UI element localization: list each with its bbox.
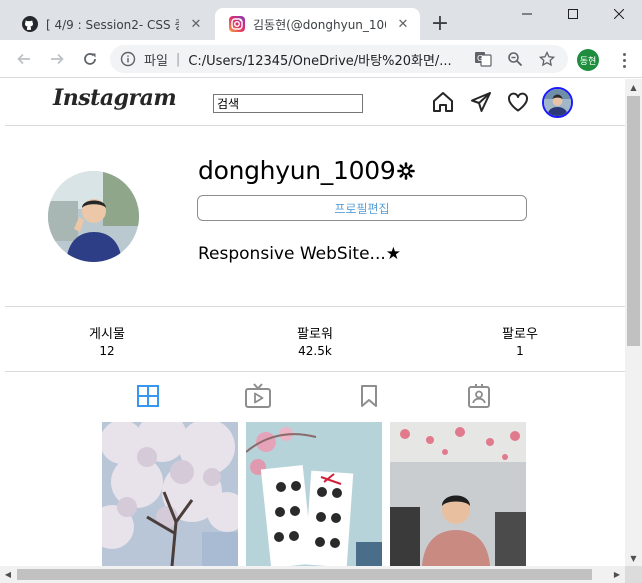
close-window-icon[interactable] <box>596 0 642 28</box>
tab-title: 김동현(@donghyun_1009 <box>253 17 386 32</box>
post-cafe-selfie[interactable] <box>390 422 526 566</box>
stat-label: 게시물 <box>89 327 125 342</box>
username: donghyun_1009 <box>198 156 396 185</box>
tv-icon[interactable] <box>244 382 272 410</box>
vertical-scroll-thumb[interactable] <box>627 96 640 346</box>
scroll-down-icon[interactable]: ▼ <box>625 550 642 566</box>
zoom-icon[interactable] <box>504 49 526 69</box>
info-icon[interactable] <box>120 51 136 67</box>
stat-value: 1 <box>516 344 524 358</box>
profile-tabs <box>5 372 625 422</box>
stat-followers[interactable]: 팔로워 42.5k <box>255 323 375 358</box>
url-text: C:/Users/12345/OneDrive/바탕%20화면/... <box>188 53 452 69</box>
vertical-scrollbar[interactable]: ▲ ▼ <box>625 79 642 566</box>
stat-label: 팔로우 <box>502 327 538 342</box>
stat-label: 팔로워 <box>297 327 333 342</box>
edit-profile-button[interactable]: 프로필편집 <box>197 195 527 221</box>
settings-icon[interactable] <box>397 161 416 180</box>
profile-section: donghyun_1009 프로필편집 Responsive WebSite..… <box>5 126 625 307</box>
forward-icon[interactable] <box>45 47 69 71</box>
tab-github[interactable]: [ 4/9 : Session2- CSS 중급 ✕ <box>8 8 213 40</box>
browser-toolbar: 파일 | C:/Users/12345/OneDrive/바탕%20화면/...… <box>0 40 642 78</box>
heart-icon[interactable] <box>505 89 531 115</box>
search-input[interactable] <box>213 94 363 113</box>
maximize-icon[interactable] <box>550 0 596 28</box>
grid-icon[interactable] <box>134 382 162 410</box>
instagram-logo[interactable]: Instagram <box>53 85 177 111</box>
stat-value: 42.5k <box>298 344 332 358</box>
reload-icon[interactable] <box>78 47 102 71</box>
instagram-header: Instagram <box>5 79 625 126</box>
profile-avatar[interactable]: 동현 <box>577 49 599 71</box>
horizontal-scrollbar[interactable]: ◀ ▶ <box>0 566 625 583</box>
horizontal-scroll-thumb[interactable] <box>17 569 592 580</box>
stat-posts[interactable]: 게시물 12 <box>47 323 167 358</box>
profile-stats: 게시물 12 팔로워 42.5k 팔로우 1 <box>5 307 625 372</box>
bookmark-star-icon[interactable] <box>536 49 558 69</box>
scroll-up-icon[interactable]: ▲ <box>625 79 642 95</box>
menu-icon[interactable] <box>614 49 634 71</box>
profile-avatar-small[interactable] <box>542 87 573 118</box>
svg-text:G: G <box>477 54 483 63</box>
new-tab-button[interactable]: + <box>428 12 452 36</box>
minimize-icon[interactable] <box>504 0 550 28</box>
close-tab-icon[interactable]: ✕ <box>394 15 412 33</box>
scheme-label: 파일 <box>144 53 168 69</box>
scroll-left-icon[interactable]: ◀ <box>0 566 16 583</box>
browser-tab-bar: [ 4/9 : Session2- CSS 중급 ✕ 김동현(@donghyun… <box>0 0 642 40</box>
username-row: donghyun_1009 <box>198 156 416 185</box>
github-icon <box>22 16 38 32</box>
translate-icon[interactable]: G <box>472 49 494 69</box>
back-icon[interactable] <box>12 47 36 71</box>
page-viewport: Instagram 검색 donghyun_1009 프로필편집 Respons… <box>0 79 625 566</box>
tagged-icon[interactable] <box>465 382 493 410</box>
profile-bio: Responsive WebSite...★ <box>198 244 401 264</box>
stat-value: 12 <box>99 344 115 358</box>
tab-title: [ 4/9 : Session2- CSS 중급 <box>46 17 179 32</box>
profile-picture[interactable] <box>48 171 139 262</box>
address-separator: | <box>175 51 181 67</box>
scroll-right-icon[interactable]: ▶ <box>609 566 625 583</box>
stat-following[interactable]: 팔로우 1 <box>460 323 580 358</box>
close-tab-icon[interactable]: ✕ <box>187 15 205 33</box>
address-bar[interactable]: 파일 | C:/Users/12345/OneDrive/바탕%20화면/...… <box>110 45 568 73</box>
tab-instagram[interactable]: 김동현(@donghyun_1009 ✕ <box>215 8 420 40</box>
bookmark-icon[interactable] <box>355 382 383 410</box>
home-icon[interactable] <box>430 89 456 115</box>
scrollbar-corner <box>625 566 642 583</box>
direct-message-icon[interactable] <box>468 89 494 115</box>
instagram-icon <box>229 16 245 32</box>
post-cherry-blossom[interactable] <box>102 422 238 566</box>
post-photo-booth[interactable] <box>246 422 382 566</box>
